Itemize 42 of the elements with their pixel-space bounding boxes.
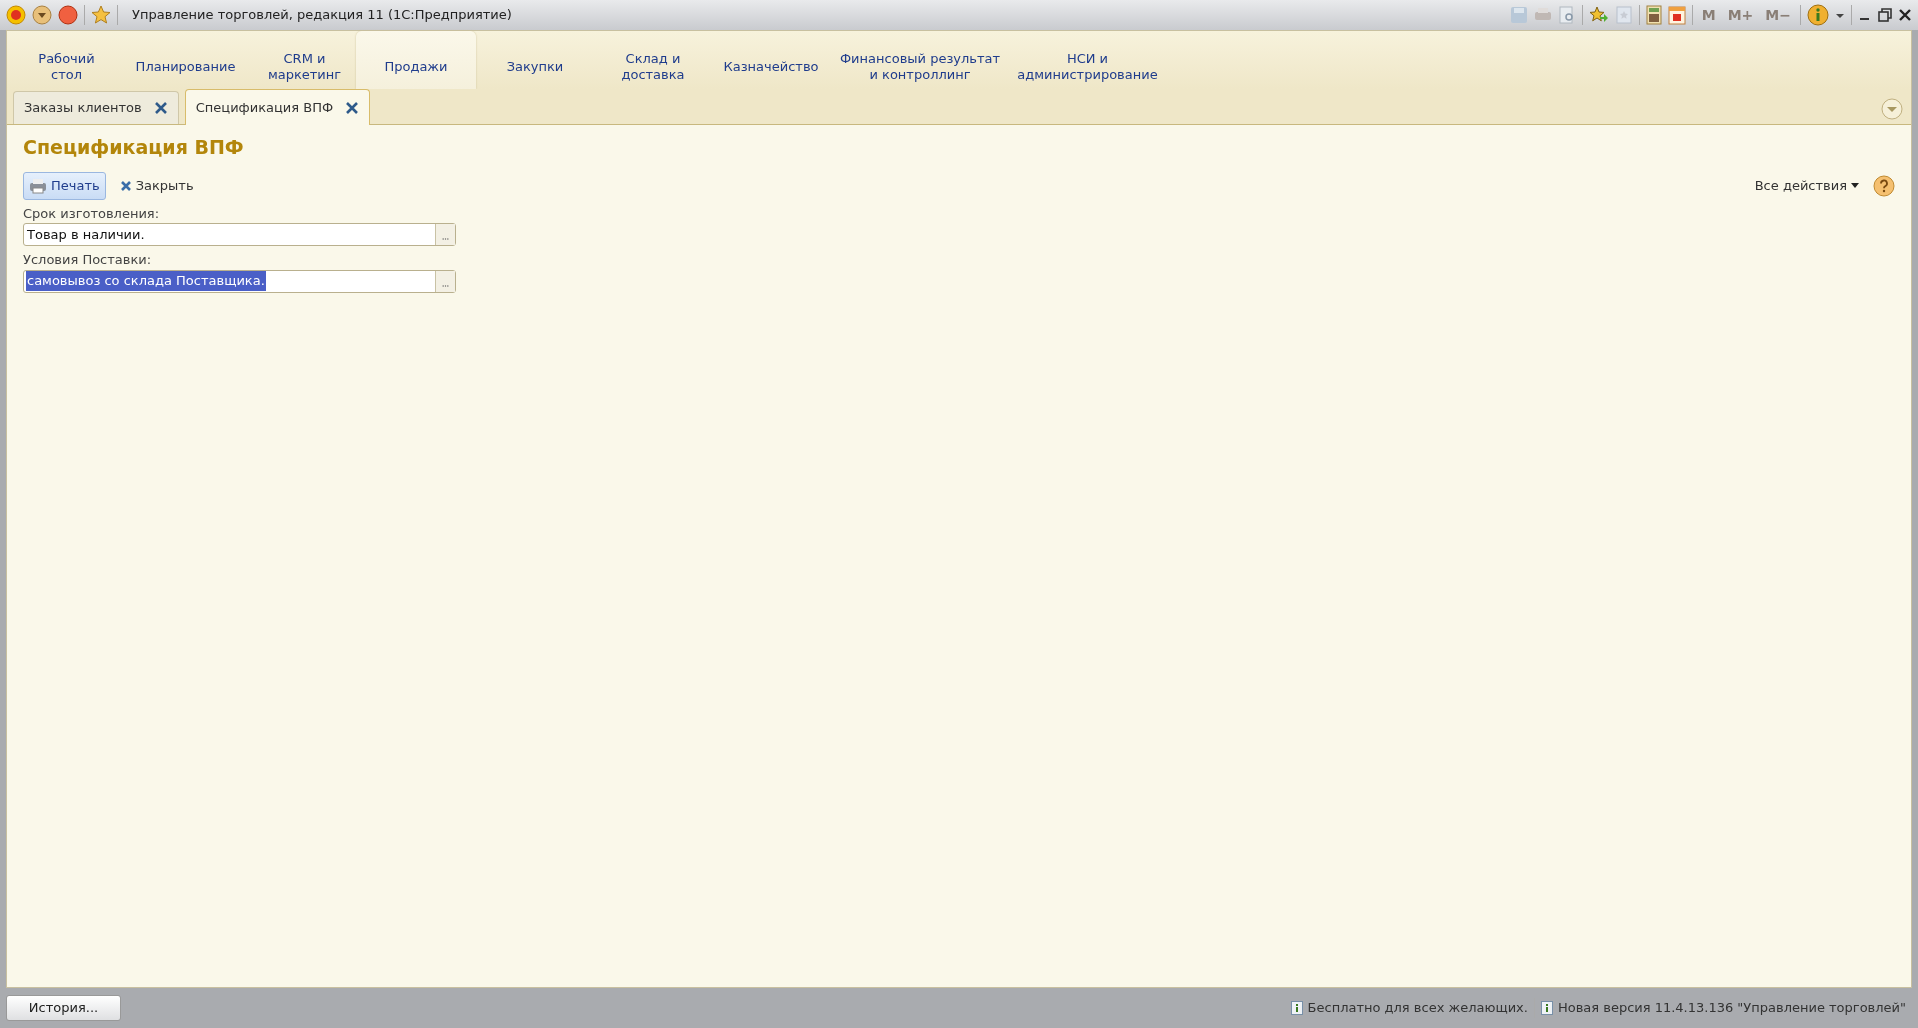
- section-tab[interactable]: Склад и доставка: [594, 31, 712, 89]
- info-icon[interactable]: [1807, 4, 1829, 26]
- section-tab[interactable]: Финансовый результат и контроллинг: [830, 31, 1010, 89]
- form-title: Спецификация ВПФ: [23, 135, 245, 160]
- history-button[interactable]: История...: [6, 995, 121, 1021]
- info-icon: [1540, 1001, 1553, 1015]
- logo-icon: [6, 5, 26, 25]
- restore-icon[interactable]: [1878, 8, 1892, 22]
- expand-icon[interactable]: [1881, 98, 1903, 120]
- close-icon[interactable]: [153, 101, 168, 115]
- field-label: Условия Поставки:: [23, 251, 153, 269]
- document-tab[interactable]: Спецификация ВПФ: [184, 89, 371, 125]
- star-icon[interactable]: [91, 5, 111, 25]
- close-icon[interactable]: [345, 100, 360, 115]
- status-message[interactable]: Бесплатно для всех желающих.: [1307, 998, 1528, 1018]
- status-message[interactable]: Новая версия 11.4.13.136 "Управление торговлей": [1557, 998, 1906, 1018]
- help-icon[interactable]: [1873, 174, 1895, 197]
- field-label: Срок изготовления:: [23, 204, 161, 223]
- section-tab[interactable]: Планирование: [118, 31, 253, 89]
- section-tab[interactable]: Рабочий стол: [15, 31, 118, 89]
- window-title: Управление торговлей, редакция 11 (1С:Предприятие): [132, 6, 512, 25]
- calculator-icon[interactable]: [1645, 5, 1662, 25]
- preview-icon[interactable]: [1557, 6, 1576, 24]
- stop-icon[interactable]: [58, 5, 78, 25]
- all-actions-menu[interactable]: Все действия: [1748, 171, 1865, 200]
- cross-icon: [119, 179, 132, 192]
- printer-icon: [29, 177, 47, 194]
- close-icon[interactable]: [1898, 8, 1912, 22]
- section-tab[interactable]: Казначейство: [712, 31, 830, 89]
- section-tab[interactable]: НСИ и администрирование: [1010, 31, 1165, 89]
- star-arrow-icon[interactable]: [1588, 6, 1609, 24]
- section-tab[interactable]: Закупки: [476, 31, 594, 89]
- star-page-icon[interactable]: [1614, 6, 1633, 24]
- dropdown-icon[interactable]: [32, 5, 52, 25]
- info-icon: [1290, 1001, 1303, 1015]
- print-button[interactable]: Печать: [23, 171, 106, 200]
- caret-icon: [1851, 183, 1859, 188]
- document-tab[interactable]: Заказы клиентов: [13, 91, 179, 124]
- section-tab[interactable]: CRM и маркетинг: [253, 31, 356, 89]
- calendar-icon[interactable]: [1667, 5, 1686, 25]
- close-button[interactable]: Закрыть: [113, 171, 200, 200]
- section-tab[interactable]: Продажи: [356, 31, 476, 89]
